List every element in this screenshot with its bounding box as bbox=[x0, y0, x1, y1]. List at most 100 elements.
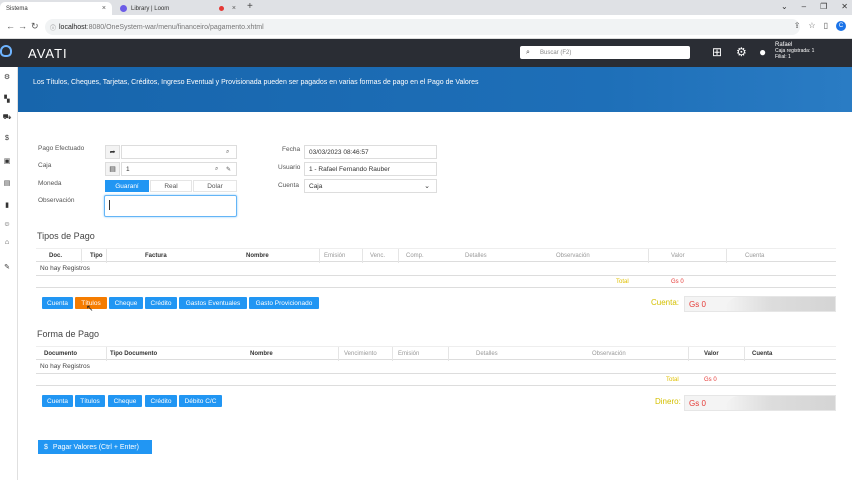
forma-pago-total-label: Total bbox=[666, 377, 679, 383]
box-icon[interactable]: ▣ bbox=[2, 157, 12, 167]
caja-label: Caja bbox=[38, 162, 52, 169]
col-nombre[interactable]: Nombre bbox=[246, 253, 269, 259]
usuario-field[interactable]: 1 - Rafael Fernando Rauber bbox=[304, 162, 437, 176]
col-tipo-documento[interactable]: Tipo Documento bbox=[110, 351, 157, 357]
moneda-real[interactable]: Real bbox=[150, 180, 192, 192]
search-icon[interactable]: ⌕ bbox=[226, 149, 229, 156]
back-icon[interactable]: ← bbox=[6, 21, 15, 31]
sidebar-icon[interactable]: ▯ bbox=[824, 21, 828, 31]
col-observacion[interactable]: Observación bbox=[592, 351, 626, 357]
new-tab-icon[interactable]: + bbox=[247, 1, 253, 12]
close-tab-icon[interactable]: × bbox=[232, 5, 236, 12]
user-icon[interactable]: ☺ bbox=[2, 221, 12, 231]
gasto-provicionado-button[interactable]: Gasto Provicionado bbox=[249, 297, 319, 309]
col-valor[interactable]: Valor bbox=[704, 351, 719, 357]
col-tipo[interactable]: Tipo bbox=[90, 253, 103, 259]
column-divider bbox=[81, 249, 82, 263]
credito-button[interactable]: Crédito bbox=[145, 395, 177, 407]
moneda-guarani[interactable]: Guaraní bbox=[105, 180, 149, 192]
tab-sistema[interactable]: Sistema × bbox=[0, 2, 112, 15]
tab-label: Library | Loom bbox=[131, 5, 170, 12]
menu-icon[interactable]: ⚙ bbox=[2, 73, 12, 83]
observacion-textarea[interactable] bbox=[104, 195, 237, 217]
cuenta-select[interactable]: Caja ⌄ bbox=[304, 179, 437, 193]
col-observacion[interactable]: Observación bbox=[556, 253, 590, 259]
book-icon[interactable]: ▮ bbox=[2, 201, 12, 211]
pago-efectuado-field[interactable] bbox=[121, 145, 237, 159]
cuenta-button[interactable]: Cuenta bbox=[42, 395, 73, 407]
close-tab-icon[interactable]: × bbox=[102, 5, 106, 12]
caja-field[interactable]: 1 bbox=[121, 162, 237, 176]
col-detalles[interactable]: Detalles bbox=[465, 253, 487, 259]
col-emision[interactable]: Emisión bbox=[398, 351, 419, 357]
url-path: :8080/OneSystem-war/menu/financeiro/paga… bbox=[86, 23, 264, 31]
user-icon[interactable]: ● bbox=[759, 45, 766, 59]
share-icon[interactable]: ➦ bbox=[105, 145, 120, 159]
col-valor[interactable]: Valor bbox=[671, 253, 685, 259]
pen-icon[interactable]: ✎ bbox=[2, 263, 12, 273]
decoration bbox=[725, 396, 835, 410]
truck-icon[interactable]: ⛟ bbox=[2, 113, 12, 123]
col-vencimiento[interactable]: Vencimiento bbox=[344, 351, 377, 357]
recording-icon bbox=[219, 6, 224, 11]
chevron-down-icon: ⌄ bbox=[424, 183, 430, 190]
credito-button[interactable]: Crédito bbox=[145, 297, 177, 309]
fecha-field[interactable]: 03/03/2023 08:46:57 bbox=[304, 145, 437, 159]
col-documento[interactable]: Documento bbox=[44, 351, 77, 357]
column-divider bbox=[648, 249, 649, 263]
star-icon[interactable]: ☆ bbox=[808, 21, 815, 31]
gastos-eventuales-button[interactable]: Gastos Eventuales bbox=[179, 297, 247, 309]
forward-icon[interactable]: → bbox=[18, 21, 27, 31]
pagar-valores-button[interactable]: $ Pagar Valores (Ctrl + Enter) bbox=[38, 440, 152, 454]
chevron-down-icon[interactable]: ⌄ bbox=[781, 2, 788, 11]
col-factura[interactable]: Factura bbox=[145, 253, 167, 259]
col-venc[interactable]: Venc. bbox=[370, 253, 385, 259]
reload-icon[interactable]: ↻ bbox=[31, 21, 39, 32]
cheque-button[interactable]: Cheque bbox=[108, 395, 142, 407]
browser-tabstrip: Sistema × Library | Loom × + ⌄ – ❐ ✕ bbox=[0, 0, 852, 15]
money-icon[interactable]: $ bbox=[2, 135, 12, 145]
cuenta-total-box: Gs 0 bbox=[684, 296, 836, 312]
col-comp[interactable]: Comp. bbox=[406, 253, 424, 259]
close-icon[interactable]: ✕ bbox=[841, 2, 848, 11]
moneda-label: Moneda bbox=[38, 180, 62, 187]
edit-icon[interactable]: ✎ bbox=[226, 166, 231, 173]
banner-text: Los Títulos, Cheques, Tarjetas, Créditos… bbox=[33, 79, 479, 86]
usuario-value: 1 - Rafael Fernando Rauber bbox=[309, 165, 390, 173]
window-controls: ⌄ – ❐ ✕ bbox=[781, 2, 848, 11]
tab-loom[interactable]: Library | Loom × bbox=[114, 2, 242, 15]
col-cuenta[interactable]: Cuenta bbox=[745, 253, 764, 259]
search-icon[interactable]: ⌕ bbox=[215, 166, 218, 173]
url-input[interactable]: ⓘ localhost:8080/OneSystem-war/menu/fina… bbox=[45, 19, 800, 35]
chart-icon[interactable]: ▤ bbox=[2, 179, 12, 189]
gear-icon[interactable]: ⚙ bbox=[736, 45, 747, 59]
browser-actions: ⇪ ☆ ▯ C bbox=[794, 21, 846, 31]
column-divider bbox=[726, 249, 727, 263]
cash-register-icon[interactable]: ▤ bbox=[105, 162, 120, 176]
debito-cc-button[interactable]: Débito C/C bbox=[179, 395, 222, 407]
col-doc[interactable]: Doc. bbox=[49, 253, 62, 259]
caja-value: 1 bbox=[126, 165, 130, 173]
col-detalles[interactable]: Detalles bbox=[476, 351, 498, 357]
share-icon[interactable]: ⇪ bbox=[794, 21, 801, 31]
url-host: localhost bbox=[59, 23, 87, 31]
column-divider bbox=[319, 249, 320, 263]
column-divider bbox=[398, 249, 399, 263]
settings-icon[interactable]: ⌂ bbox=[2, 239, 12, 249]
col-cuenta[interactable]: Cuenta bbox=[752, 351, 772, 357]
titulos-button[interactable]: Títulos bbox=[75, 395, 105, 407]
maximize-icon[interactable]: ❐ bbox=[820, 2, 827, 11]
pagar-valores-label: Pagar Valores (Ctrl + Enter) bbox=[52, 443, 139, 451]
search-input[interactable]: ⌕ Buscar (F2) bbox=[520, 46, 690, 59]
moneda-dolar[interactable]: Dolar bbox=[193, 180, 237, 192]
col-nombre[interactable]: Nombre bbox=[250, 351, 273, 357]
cheque-button[interactable]: Cheque bbox=[109, 297, 143, 309]
grid-icon[interactable]: ⊞ bbox=[712, 45, 722, 59]
col-emision[interactable]: Emisión bbox=[324, 253, 345, 259]
profile-avatar[interactable]: C bbox=[836, 21, 846, 31]
minimize-icon[interactable]: – bbox=[802, 2, 806, 11]
tipos-pago-header: Doc. Tipo Factura Nombre Emisión Venc. C… bbox=[36, 248, 836, 263]
text-caret bbox=[109, 200, 110, 210]
cuenta-button[interactable]: Cuenta bbox=[42, 297, 73, 309]
cart-icon[interactable]: ▚ bbox=[2, 95, 12, 105]
